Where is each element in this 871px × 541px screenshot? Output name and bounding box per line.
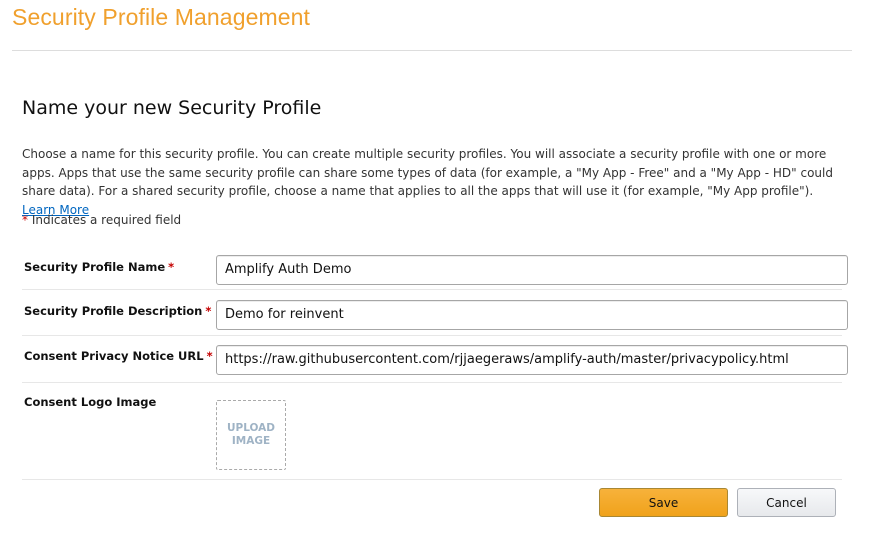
profile-name-label: Security Profile Name * <box>24 260 174 274</box>
required-field-note: * Indicates a required field <box>22 213 181 227</box>
cancel-button[interactable]: Cancel <box>737 488 836 517</box>
logo-image-label: Consent Logo Image <box>24 395 157 409</box>
profile-name-label-text: Security Profile Name <box>24 260 166 274</box>
intro-text: Choose a name for this security profile.… <box>22 145 850 219</box>
page-title: Security Profile Management <box>12 4 311 30</box>
title-divider <box>12 50 852 51</box>
upload-image-button[interactable]: UPLOAD IMAGE <box>216 400 286 470</box>
save-button[interactable]: Save <box>599 488 728 517</box>
profile-description-input[interactable] <box>216 300 848 330</box>
upload-label-line1: UPLOAD <box>226 422 276 434</box>
form-row-privacy-url: Consent Privacy Notice URL * <box>22 336 848 383</box>
profile-description-label: Security Profile Description * <box>24 304 211 318</box>
intro-description: Choose a name for this security profile.… <box>22 147 833 198</box>
form-row-profile-description: Security Profile Description * <box>22 290 848 336</box>
required-star: * <box>168 260 175 274</box>
privacy-url-input[interactable] <box>216 345 848 375</box>
privacy-url-label: Consent Privacy Notice URL * <box>24 349 213 363</box>
required-note-text: Indicates a required field <box>28 213 182 227</box>
section-heading: Name your new Security Profile <box>22 97 322 119</box>
form-row-profile-name: Security Profile Name * <box>22 250 848 290</box>
required-star: * <box>205 304 212 318</box>
upload-image-label: UPLOAD IMAGE <box>227 422 275 448</box>
profile-description-label-text: Security Profile Description <box>24 304 203 318</box>
form-row-logo-image: Consent Logo Image UPLOAD IMAGE <box>22 383 842 480</box>
profile-name-input[interactable] <box>216 255 848 285</box>
required-star: * <box>206 349 213 363</box>
privacy-url-label-text: Consent Privacy Notice URL <box>24 349 204 363</box>
upload-label-line2: IMAGE <box>231 435 271 447</box>
